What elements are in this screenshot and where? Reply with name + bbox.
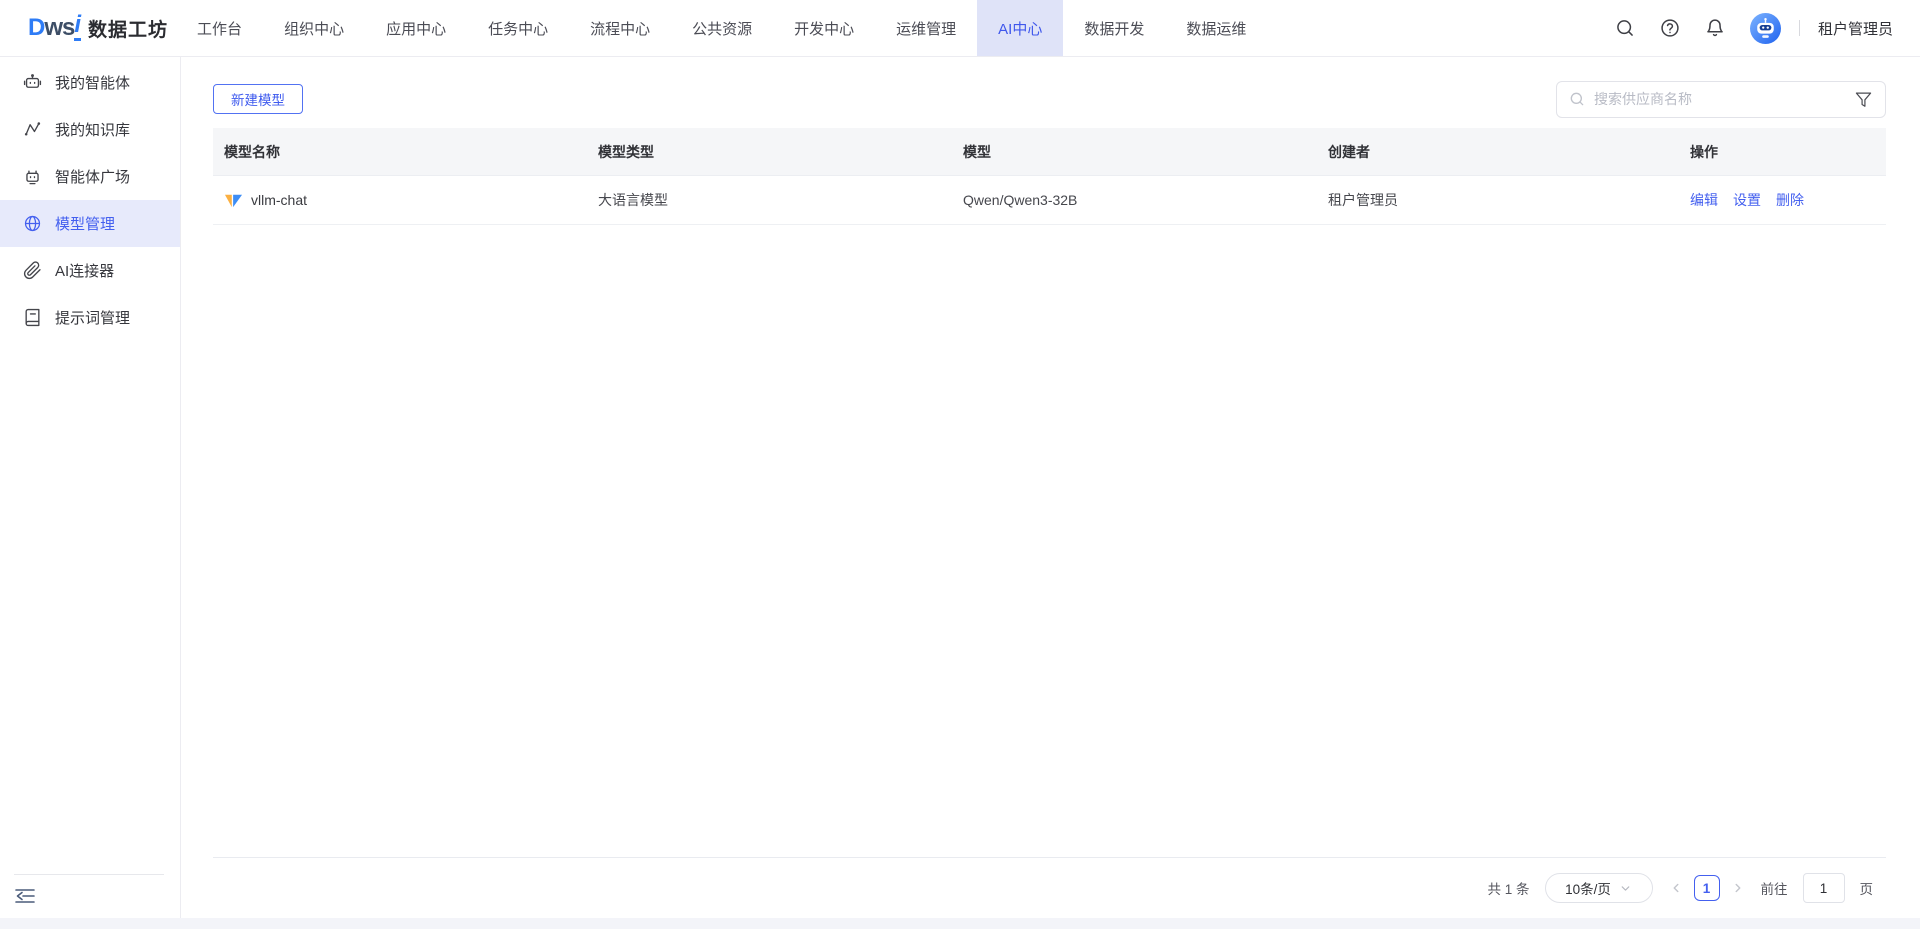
- chevron-down-icon: [1619, 882, 1632, 895]
- goto-page-input[interactable]: [1803, 873, 1845, 903]
- header-divider: [1799, 20, 1800, 36]
- nav-item-public-resources[interactable]: 公共资源: [671, 0, 773, 56]
- model-cell: Qwen/Qwen3-32B: [952, 192, 1317, 208]
- page-size-value: 10条/页: [1565, 878, 1611, 898]
- sidebar-item-my-knowledge[interactable]: 我的知识库: [0, 106, 180, 153]
- next-page-icon[interactable]: [1730, 880, 1746, 896]
- sidebar-item-label: 智能体广场: [55, 166, 130, 187]
- logo-letters-ws: ws: [44, 14, 74, 42]
- sidebar-item-label: 我的知识库: [55, 119, 130, 140]
- sidebar-item-label: 模型管理: [55, 213, 115, 234]
- logo-app-name: 数据工坊: [88, 15, 168, 42]
- toolbar: 新建模型: [213, 80, 1886, 118]
- sidebar-item-prompt-management[interactable]: 提示词管理: [0, 294, 180, 341]
- bottom-strip: [0, 918, 1920, 929]
- column-header-model-name: 模型名称: [213, 142, 587, 162]
- table-row: vllm-chat 大语言模型 Qwen/Qwen3-32B 租户管理员 编辑 …: [213, 176, 1886, 225]
- app-logo[interactable]: D ws i 数据工坊: [0, 0, 176, 56]
- column-header-creator: 创建者: [1317, 142, 1679, 162]
- new-model-button[interactable]: 新建模型: [213, 84, 303, 114]
- nav-item-flow-center[interactable]: 流程中心: [569, 0, 671, 56]
- nav-item-data-ops[interactable]: 数据运维: [1165, 0, 1267, 56]
- sidebar-item-label: 提示词管理: [55, 307, 130, 328]
- nav-item-ai-center[interactable]: AI中心: [977, 0, 1063, 56]
- page-unit-label: 页: [1860, 878, 1874, 898]
- pager: 1: [1668, 875, 1746, 901]
- delete-link[interactable]: 删除: [1776, 190, 1804, 210]
- paperclip-icon: [23, 261, 42, 280]
- table-header-row: 模型名称 模型类型 模型 创建者 操作: [213, 128, 1886, 176]
- sidebar-item-label: 我的智能体: [55, 72, 130, 93]
- nav-item-data-dev[interactable]: 数据开发: [1063, 0, 1165, 56]
- total-count-label: 共 1 条: [1487, 878, 1529, 898]
- top-nav: 工作台 组织中心 应用中心 任务中心 流程中心 公共资源 开发中心 运维管理 A…: [176, 0, 1267, 56]
- knowledge-graph-icon: [23, 120, 42, 139]
- page-number-button[interactable]: 1: [1694, 875, 1720, 901]
- nav-item-app-center[interactable]: 应用中心: [365, 0, 467, 56]
- edit-link[interactable]: 编辑: [1690, 190, 1718, 210]
- models-table: 模型名称 模型类型 模型 创建者 操作 vllm-chat 大语言模型: [213, 128, 1886, 225]
- sidebar: 我的智能体 我的知识库: [0, 57, 181, 918]
- nav-item-task-center[interactable]: 任务中心: [467, 0, 569, 56]
- top-header: D ws i 数据工坊 工作台 组织中心 应用中心 任务中心 流程中心 公共资源…: [0, 0, 1920, 57]
- model-name-cell: vllm-chat: [213, 191, 587, 210]
- sidebar-footer-divider: [14, 874, 164, 875]
- header-right: 租户管理员: [1615, 0, 1920, 56]
- page: D ws i 数据工坊 工作台 组织中心 应用中心 任务中心 流程中心 公共资源…: [0, 0, 1920, 929]
- creator-cell: 租户管理员: [1317, 190, 1679, 210]
- collapse-sidebar-icon[interactable]: [14, 886, 36, 906]
- search-icon[interactable]: [1615, 18, 1636, 39]
- sidebar-item-label: AI连接器: [55, 260, 114, 281]
- nav-item-workbench[interactable]: 工作台: [176, 0, 263, 56]
- sidebar-item-agent-plaza[interactable]: 智能体广场: [0, 153, 180, 200]
- robot-square-icon: [23, 167, 42, 186]
- main-content: 新建模型 模型名称 模型类型 模型: [181, 57, 1920, 918]
- table-empty-area: [213, 225, 1886, 858]
- logo-letter-d: D: [28, 14, 44, 42]
- robot-avatar[interactable]: [1750, 13, 1781, 44]
- bell-icon[interactable]: [1705, 18, 1726, 39]
- body: 我的智能体 我的知识库: [0, 57, 1920, 918]
- logo-letter-i: i: [74, 15, 81, 41]
- search-icon: [1569, 91, 1585, 107]
- column-header-actions: 操作: [1679, 142, 1886, 162]
- sidebar-item-my-agents[interactable]: 我的智能体: [0, 59, 180, 106]
- prev-page-icon[interactable]: [1668, 880, 1684, 896]
- goto-label: 前往: [1761, 878, 1788, 898]
- vendor-search-box: [1556, 81, 1886, 118]
- globe-icon: [23, 214, 42, 233]
- notebook-icon: [23, 308, 42, 327]
- nav-item-ops-management[interactable]: 运维管理: [875, 0, 977, 56]
- page-size-select[interactable]: 10条/页: [1545, 873, 1653, 903]
- pagination: 共 1 条 10条/页 1: [213, 858, 1886, 918]
- actions-cell: 编辑 设置 删除: [1679, 190, 1886, 210]
- sidebar-item-ai-connector[interactable]: AI连接器: [0, 247, 180, 294]
- nav-item-dev-center[interactable]: 开发中心: [773, 0, 875, 56]
- nav-item-org-center[interactable]: 组织中心: [263, 0, 365, 56]
- model-name: vllm-chat: [251, 192, 307, 208]
- column-header-model: 模型: [952, 142, 1317, 162]
- sidebar-item-model-management[interactable]: 模型管理: [0, 200, 180, 247]
- help-icon[interactable]: [1660, 18, 1681, 39]
- column-header-model-type: 模型类型: [587, 142, 952, 162]
- settings-link[interactable]: 设置: [1733, 190, 1761, 210]
- model-type-cell: 大语言模型: [587, 190, 952, 210]
- vendor-search-input[interactable]: [1594, 91, 1844, 107]
- robot-icon: [23, 73, 42, 92]
- user-name[interactable]: 租户管理员: [1818, 18, 1893, 39]
- vllm-logo-icon: [224, 191, 243, 210]
- filter-icon[interactable]: [1853, 89, 1873, 109]
